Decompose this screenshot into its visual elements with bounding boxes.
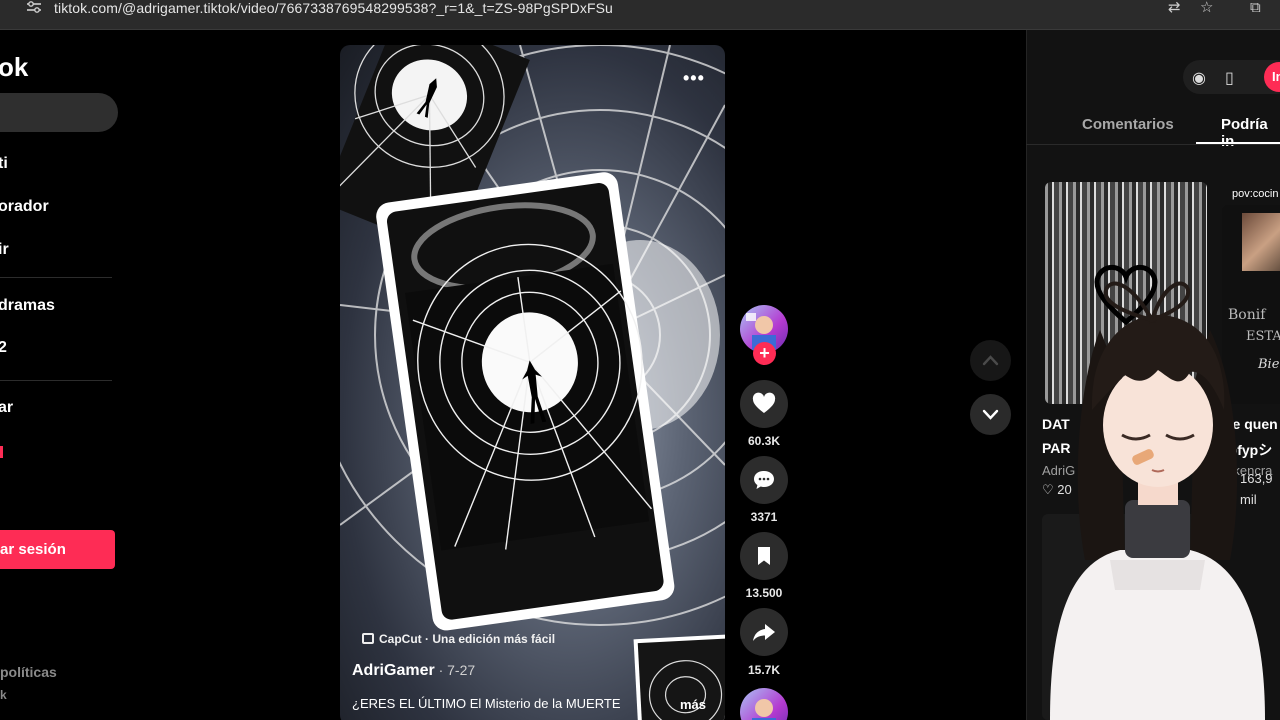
site-settings-icon[interactable] — [26, 1, 42, 13]
sidebar-indicator — [0, 446, 3, 458]
sidebar-item-following[interactable]: ir — [0, 241, 9, 259]
active-tab-indicator — [1196, 142, 1280, 144]
author-name[interactable]: AdriGamer — [352, 662, 435, 679]
share-button[interactable] — [740, 608, 788, 656]
translate-icon[interactable]: ⇄ — [1168, 0, 1181, 16]
browser-toolbar: tiktok.com/@adrigamer.tiktok/video/76673… — [0, 0, 1280, 30]
capcut-label: CapCut · Una edición más fácil — [379, 632, 556, 646]
tiktok-app-icon[interactable]: ◉ — [1192, 68, 1206, 88]
next-video-button[interactable] — [970, 394, 1011, 435]
chevron-up-icon — [982, 355, 999, 366]
sidebar-item-for-you[interactable]: ti — [0, 155, 8, 173]
mobile-device-icon[interactable]: ▯ — [1225, 68, 1234, 88]
suggested-thumb-top-text: pov:cocin — [1232, 188, 1279, 200]
video-author[interactable]: AdriGamer · 7-27 — [352, 662, 475, 680]
comment-icon — [754, 471, 774, 489]
search-input[interactable] — [0, 93, 118, 132]
save-button[interactable] — [740, 532, 788, 580]
tab-separator — [1026, 144, 1280, 145]
follow-plus-icon[interactable]: + — [753, 342, 776, 365]
chevron-down-icon — [982, 409, 999, 420]
bookmark-icon — [758, 547, 770, 565]
save-count: 13.500 — [745, 586, 783, 600]
like-button[interactable] — [740, 380, 788, 428]
comment-count: 3371 — [750, 510, 778, 524]
video-player[interactable] — [340, 45, 725, 720]
footer-policies-link[interactable]: políticas — [0, 664, 57, 680]
like-count: 60.3K — [747, 434, 781, 448]
sidebar-item-upload[interactable]: ar — [0, 399, 13, 417]
post-date: · 7-27 — [434, 662, 476, 678]
footer-copyright: k — [0, 688, 7, 702]
video-caption: ¿ERES EL ÚLTIMO El Misterio de la MUERTE — [352, 696, 621, 711]
capcut-icon — [362, 633, 374, 644]
comment-button[interactable] — [740, 456, 788, 504]
extensions-icon[interactable]: ⧉ — [1250, 0, 1261, 16]
sound-avatar[interactable] — [740, 688, 788, 720]
capcut-badge[interactable]: CapCut · Una edición más fácil — [362, 632, 555, 646]
caption-more-link[interactable]: más — [680, 697, 706, 712]
tiktok-logo[interactable]: ok — [0, 52, 28, 83]
vtuber-avatar-overlay — [1050, 281, 1265, 720]
heart-icon — [752, 392, 776, 413]
sidebar-item-explore[interactable]: orador — [0, 198, 49, 216]
sidebar-divider — [0, 380, 112, 381]
more-options-icon[interactable]: ••• — [683, 68, 705, 89]
share-count: 15.7K — [747, 663, 781, 677]
address-bar-url[interactable]: tiktok.com/@adrigamer.tiktok/video/76673… — [54, 0, 613, 16]
login-button[interactable]: ar sesión — [0, 530, 115, 569]
video-frame-art — [340, 45, 725, 720]
previous-video-button[interactable] — [970, 340, 1011, 381]
sidebar-item-dramas[interactable]: dramas — [0, 297, 55, 315]
sidebar-divider — [0, 277, 112, 278]
sidebar-item-live[interactable]: 2 — [0, 339, 7, 357]
share-arrow-icon — [753, 624, 775, 641]
tab-comments[interactable]: Comentarios — [1082, 116, 1174, 133]
bookmark-star-icon[interactable]: ☆ — [1200, 0, 1213, 16]
